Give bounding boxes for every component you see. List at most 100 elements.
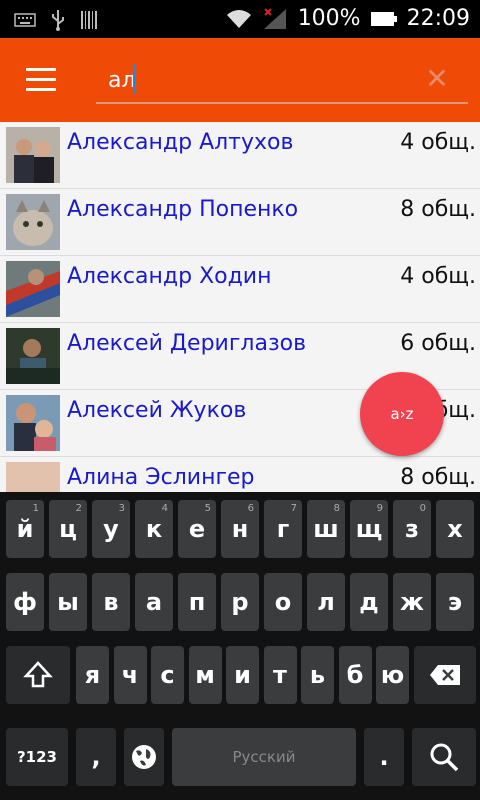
letter-key[interactable]: м (188, 646, 222, 704)
key-label: э (447, 588, 463, 616)
key-label: т (273, 661, 287, 689)
wifi-icon (226, 9, 251, 28)
battery-percent: 100% (297, 6, 361, 31)
key-label: з (405, 515, 419, 543)
mutual-friends-count: 4 общ. (400, 264, 476, 289)
contact-name: Алексей Дериглазов (67, 331, 307, 356)
letter-key[interactable]: ч (113, 646, 147, 704)
key-label: ж (400, 588, 424, 616)
avatar (6, 194, 60, 250)
letter-key[interactable]: э (436, 573, 474, 631)
backspace-icon (430, 665, 460, 685)
comma-key[interactable]: , (76, 728, 116, 786)
key-label: ю (380, 661, 405, 689)
list-item[interactable]: Александр Ходин 4 общ. (0, 256, 480, 323)
symbols-key[interactable]: ?123 (6, 728, 68, 786)
letter-key[interactable]: ж (393, 573, 431, 631)
globe-icon (132, 745, 156, 769)
hamburger-icon[interactable] (26, 68, 58, 92)
letter-key[interactable]: ы (49, 573, 87, 631)
search-input[interactable] (108, 60, 408, 100)
letter-key[interactable]: п (178, 573, 216, 631)
status-bar: 100% 22:09 (0, 0, 480, 38)
avatar (6, 127, 60, 183)
usb-icon (52, 10, 64, 31)
avatar (6, 328, 60, 384)
letter-key[interactable]: л (307, 573, 345, 631)
letter-key[interactable]: ц2 (49, 500, 87, 558)
soft-keyboard: й1ц2у3к4е5н6г7ш8щ9з0х фывапролджэ ячсмит… (0, 492, 480, 800)
key-hint: 0 (419, 503, 426, 514)
mutual-friends-count: 8 общ. (400, 197, 476, 222)
key-hint: 5 (204, 503, 211, 514)
letter-key[interactable]: о (264, 573, 302, 631)
key-label: д (359, 588, 379, 616)
letter-key[interactable]: з0 (393, 500, 431, 558)
key-label: с (160, 661, 175, 689)
key-hint: 8 (333, 503, 340, 514)
key-label: р (231, 588, 249, 616)
battery-icon (370, 11, 397, 26)
search-key[interactable] (412, 728, 476, 786)
contact-name: Александр Алтухов (67, 130, 294, 155)
letter-key[interactable]: х (436, 500, 474, 558)
letter-key[interactable]: щ9 (350, 500, 388, 558)
letter-key[interactable]: ю (376, 646, 409, 704)
letter-key[interactable]: я (76, 646, 109, 704)
signal-icon (263, 7, 286, 29)
letter-key[interactable]: ь (301, 646, 334, 704)
key-label: у (103, 515, 119, 543)
letter-key[interactable]: и (226, 646, 259, 704)
key-hint: 9 (376, 503, 383, 514)
key-hint: 4 (161, 503, 168, 514)
period-key[interactable]: . (364, 728, 404, 786)
contact-name: Алексей Жуков (67, 398, 247, 423)
key-label: в (103, 588, 119, 616)
list-item[interactable]: Алина Эслингер 8 общ. (0, 457, 480, 492)
letter-key[interactable]: е5 (178, 500, 216, 558)
key-label: х (447, 515, 463, 543)
letter-key[interactable]: р (221, 573, 259, 631)
key-label: я (84, 661, 101, 689)
avatar (6, 462, 60, 492)
letter-key[interactable]: д (350, 573, 388, 631)
keyboard-icon (14, 13, 36, 27)
key-label: г (276, 515, 290, 543)
close-icon[interactable]: ✕ (424, 65, 450, 93)
language-switch-key[interactable] (124, 728, 164, 786)
key-hint: 6 (247, 503, 254, 514)
notification-icons (14, 9, 98, 31)
letter-key[interactable]: а (135, 573, 173, 631)
key-label: п (188, 588, 206, 616)
letter-key[interactable]: н6 (221, 500, 259, 558)
key-label: ц (59, 515, 77, 543)
mutual-friends-count: 4 общ. (400, 130, 476, 155)
letter-key[interactable]: у3 (92, 500, 130, 558)
key-label: и (234, 661, 251, 689)
list-item[interactable]: Александр Попенко 8 общ. (0, 189, 480, 256)
letter-key[interactable]: ш8 (307, 500, 345, 558)
letter-key[interactable]: ф (6, 573, 44, 631)
search-icon (430, 743, 459, 772)
search-box: ✕ (96, 56, 468, 104)
letter-key[interactable]: т (263, 646, 297, 704)
key-label: м (195, 661, 215, 689)
letter-key[interactable]: с (151, 646, 184, 704)
letter-key[interactable]: й1 (6, 500, 44, 558)
key-label: ь (309, 661, 326, 689)
sort-alphabetical-button[interactable]: a›z (360, 372, 444, 456)
barcode-icon (81, 11, 97, 29)
letter-key[interactable]: г7 (264, 500, 302, 558)
letter-key[interactable]: б (338, 646, 372, 704)
clock: 22:09 (406, 6, 470, 31)
shift-key[interactable] (6, 646, 70, 704)
backspace-key[interactable] (414, 646, 476, 704)
letter-key[interactable]: в (92, 573, 130, 631)
avatar (6, 395, 60, 451)
key-hint: 2 (75, 503, 82, 514)
space-key[interactable]: Русский (172, 728, 356, 786)
list-item[interactable]: Александр Алтухов 4 общ. (0, 122, 480, 189)
letter-key[interactable]: к4 (135, 500, 173, 558)
mutual-friends-count: 8 общ. (400, 465, 476, 490)
key-label: й (16, 515, 34, 543)
